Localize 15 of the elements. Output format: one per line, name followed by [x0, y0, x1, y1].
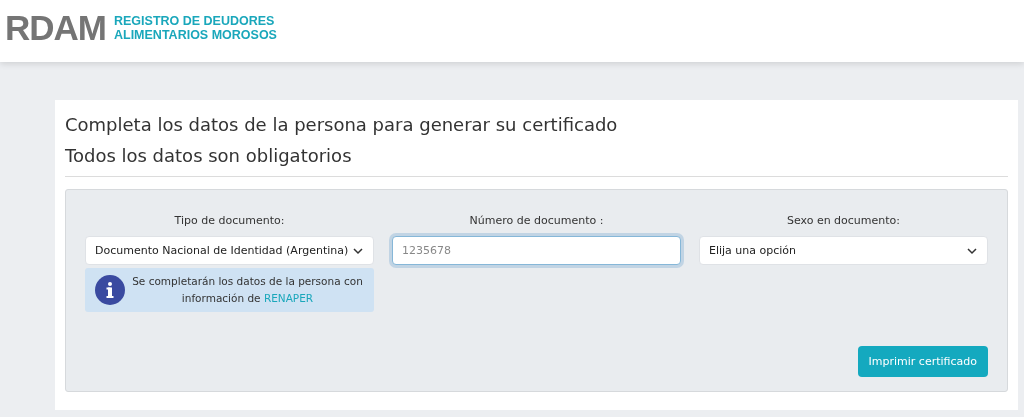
chevron-down-icon: [352, 246, 364, 255]
logo-text: REGISTRO DE DEUDORES: [114, 13, 276, 28]
logo-text: ALIMENTARIOS MOROSOS: [114, 27, 277, 42]
logo-acronym: RDAM: [5, 10, 106, 45]
select-field[interactable]: Elija una opción: [699, 236, 988, 265]
form-subheading: Todos los datos son obligatorios: [65, 145, 353, 167]
field-label: Tipo de documento:: [173, 214, 286, 227]
field-label: Sexo en documento:: [785, 214, 902, 227]
info-icon: [95, 275, 125, 305]
input-field[interactable]: 1235678: [392, 236, 681, 265]
field-label: Número de documento :: [468, 214, 605, 227]
chevron-down-icon: [966, 246, 978, 255]
info-text: Se completarán los datos de la persona con información de RENAPER: [131, 274, 364, 306]
form-heading: Completa los datos de la persona para generar su certificado: [65, 114, 619, 136]
select-field[interactable]: Documento Nacional de Identidad (Argentina): [85, 236, 374, 265]
